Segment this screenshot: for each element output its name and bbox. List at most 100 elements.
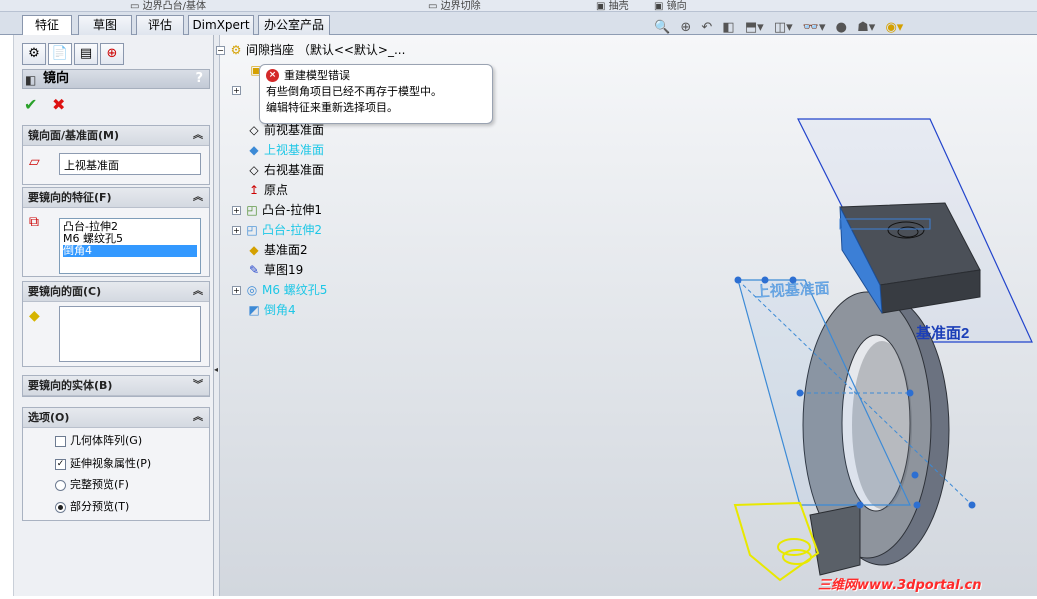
mirror-plane-header[interactable]: 镜向面/基准面(M) ︽ xyxy=(23,126,209,146)
tab-sketch[interactable]: 草图 xyxy=(78,15,132,35)
shell-button[interactable]: ▣ 抽壳 xyxy=(596,0,629,12)
collapse-icon[interactable]: ︽ xyxy=(193,282,203,301)
collapse-arrow-icon[interactable]: ◂ xyxy=(214,365,218,374)
tree-root[interactable]: − ⚙ 间隙挡座 （默认<<默认>_... xyxy=(216,40,405,60)
propagate-visual-checkbox[interactable]: ✓ 延伸视象属性(P) xyxy=(55,457,151,473)
radio-button-selected[interactable] xyxy=(55,501,66,513)
tree-item-origin[interactable]: ↥ 原点 xyxy=(246,180,288,200)
view-orientation-icon[interactable]: ⬒▾ xyxy=(745,20,764,35)
tree-item-boss-extrude2[interactable]: + ◰ 凸台-拉伸2 xyxy=(232,220,322,240)
edit-appearance-icon[interactable]: ● xyxy=(836,20,847,35)
plane-icon: ◇ xyxy=(249,163,259,177)
faces-list[interactable] xyxy=(59,306,201,362)
radio-button[interactable] xyxy=(55,479,66,491)
collapse-node-icon[interactable]: − xyxy=(216,46,225,55)
part-icon: ⚙ xyxy=(230,43,242,57)
display-style-icon[interactable]: ◫▾ xyxy=(774,20,793,35)
tab-dimxpert[interactable]: DimXpert xyxy=(188,15,254,35)
tree-item-m6-hole[interactable]: + ◎ M6 螺纹孔5 xyxy=(232,280,327,300)
plane-icon: ◆ xyxy=(249,143,259,157)
panel-title: 镜向 xyxy=(43,71,70,86)
expand-node-icon[interactable]: + xyxy=(232,226,241,235)
top-plane-label: 上视基准面 xyxy=(754,280,830,301)
tree-item-top-plane[interactable]: ◆ 上视基准面 xyxy=(246,140,324,160)
configuration-manager-tab[interactable]: ▤ xyxy=(74,43,98,65)
plane2-label: 基准面2 xyxy=(915,324,969,342)
expand-icon[interactable]: ︾ xyxy=(193,376,203,395)
scene-icon[interactable]: ☗▾ xyxy=(857,20,875,35)
tree-item-boss-extrude1[interactable]: + ◰ 凸台-拉伸1 xyxy=(232,200,322,220)
plane-icon: ◆ xyxy=(249,243,259,257)
view-settings-icon[interactable]: ◉▾ xyxy=(885,20,903,35)
features-icon: ⧉ xyxy=(29,214,39,230)
heads-up-view-toolbar: 🔍 ⊕ ↶ ◧ ⬒▾ ◫▾ 👓▾ ● ☗▾ ◉▾ xyxy=(654,20,909,40)
error-icon: × xyxy=(266,69,279,82)
expand-node-icon[interactable]: + xyxy=(232,286,241,295)
zoom-area-icon[interactable]: ⊕ xyxy=(680,20,691,35)
tab-office-products[interactable]: 办公室产品 xyxy=(258,15,330,35)
collapse-icon[interactable]: ︽ xyxy=(193,408,203,427)
property-manager: ⚙ 📄 ▤ ⊕ ◧ 镜向 ? ✔ ✖ 镜向面/基准面(M) ︽ ▱ 上视基准面 要… xyxy=(14,35,214,596)
extrude-icon: ◰ xyxy=(246,203,258,217)
section-view-icon[interactable]: ◧ xyxy=(722,20,734,35)
partial-preview-radio[interactable]: 部分预览(T) xyxy=(55,500,129,516)
mirror-plane-field[interactable]: 上视基准面 xyxy=(59,153,201,175)
mirror-plane-section: 镜向面/基准面(M) ︽ ▱ 上视基准面 xyxy=(22,125,210,185)
geometry-pattern-checkbox[interactable]: 几何体阵列(G) xyxy=(55,434,142,450)
chamfer-icon: ◩ xyxy=(248,303,260,317)
feature-manager-tab[interactable]: ⚙ xyxy=(22,43,46,65)
panel-title-bar: ◧ 镜向 ? xyxy=(22,69,210,89)
help-button[interactable]: ? xyxy=(195,70,203,88)
faces-to-mirror-section: 要镜向的面(C) ︽ ◆ xyxy=(22,281,210,367)
face-icon: ◆ xyxy=(29,308,40,324)
shell-icon: ▣ xyxy=(596,1,606,12)
full-preview-radio[interactable]: 完整预览(F) xyxy=(55,478,129,494)
origin-icon: ↥ xyxy=(248,183,260,197)
tab-evaluate[interactable]: 评估 xyxy=(136,15,184,35)
mirror-button[interactable]: ▣ 镜向 xyxy=(654,0,687,11)
tree-item-right-plane[interactable]: ◇ 右视基准面 xyxy=(246,160,324,180)
faces-to-mirror-header[interactable]: 要镜向的面(C) ︽ xyxy=(23,282,209,302)
rebuild-error-tooltip: × 重建模型错误 有些倒角项目已经不再存于模型中。 编辑特征来重新选择项目。 xyxy=(259,64,493,124)
tree-item-plane2[interactable]: ◆ 基准面2 xyxy=(246,240,307,260)
left-edge xyxy=(0,35,14,596)
expand-node-icon[interactable]: + xyxy=(232,86,241,95)
cancel-button[interactable]: ✖ xyxy=(52,95,65,114)
previous-view-icon[interactable]: ↶ xyxy=(701,20,712,35)
collapse-icon[interactable]: ︽ xyxy=(193,126,203,145)
list-item-selected[interactable]: 倒角4 xyxy=(63,245,197,257)
plane-icon: ◇ xyxy=(249,123,259,137)
tooltip-title: 重建模型错误 xyxy=(284,69,350,82)
zoom-to-fit-icon[interactable]: 🔍 xyxy=(654,20,670,35)
features-to-mirror-header[interactable]: 要镜向的特征(F) ︽ xyxy=(23,188,209,208)
features-list[interactable]: 凸台-拉伸2 M6 螺纹孔5 倒角4 xyxy=(59,218,201,274)
features-to-mirror-section: 要镜向的特征(F) ︽ ⧉ 凸台-拉伸2 M6 螺纹孔5 倒角4 xyxy=(22,187,210,277)
tree-item-chamfer4[interactable]: ◩ 倒角4 xyxy=(246,300,295,320)
feature-tree-icon: ⚙ xyxy=(28,46,40,61)
checkbox-box-checked[interactable]: ✓ xyxy=(55,458,66,470)
boundary-cut-icon: ▭ xyxy=(428,1,438,12)
extrude-icon: ◰ xyxy=(246,223,258,237)
collapse-icon[interactable]: ︽ xyxy=(193,188,203,207)
tab-features[interactable]: 特征 xyxy=(22,15,72,36)
mirror-feature-icon: ◧ xyxy=(25,73,37,87)
hide-show-icon[interactable]: 👓▾ xyxy=(803,20,826,35)
configuration-icon: ▤ xyxy=(79,46,93,61)
watermark: 三维网www.3dportal.cn xyxy=(818,578,982,593)
options-section: 选项(O) ︽ 几何体阵列(G) ✓ 延伸视象属性(P) 完整预览(F) 部分预览(… xyxy=(22,407,210,521)
checkbox-box[interactable] xyxy=(55,435,66,447)
tree-item-collapsed[interactable]: + xyxy=(232,80,244,100)
bodies-to-mirror-header[interactable]: 要镜向的实体(B) ︾ xyxy=(23,376,209,396)
options-header[interactable]: 选项(O) ︽ xyxy=(23,408,209,428)
ok-button[interactable]: ✔ xyxy=(24,95,37,114)
lower-tab xyxy=(809,504,861,576)
sketch-icon: ✎ xyxy=(248,263,260,277)
expand-node-icon[interactable]: + xyxy=(232,206,241,215)
property-manager-tab[interactable]: 📄 xyxy=(48,43,72,65)
tree-item-sketch19[interactable]: ✎ 草图19 xyxy=(246,260,303,280)
property-icon: 📄 xyxy=(51,46,69,61)
dimxpert-manager-tab[interactable]: ⊕ xyxy=(100,43,124,65)
hole-icon: ◎ xyxy=(246,283,258,297)
boundary-cut-button[interactable]: ▭ 边界切除 xyxy=(428,0,481,12)
boundary-boss-button[interactable]: ▭ 边界凸台/基体 xyxy=(130,0,206,11)
